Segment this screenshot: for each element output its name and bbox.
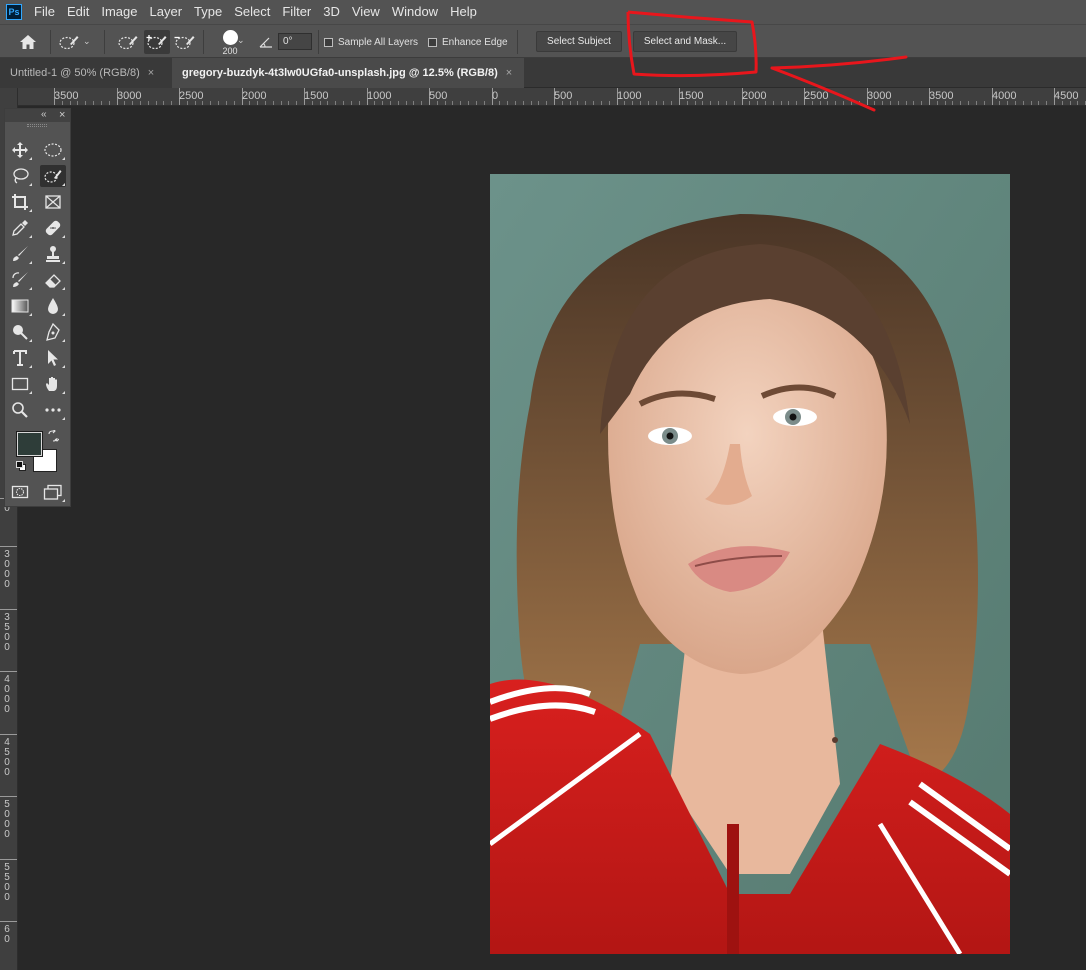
annotation-overlay [626, 10, 908, 112]
